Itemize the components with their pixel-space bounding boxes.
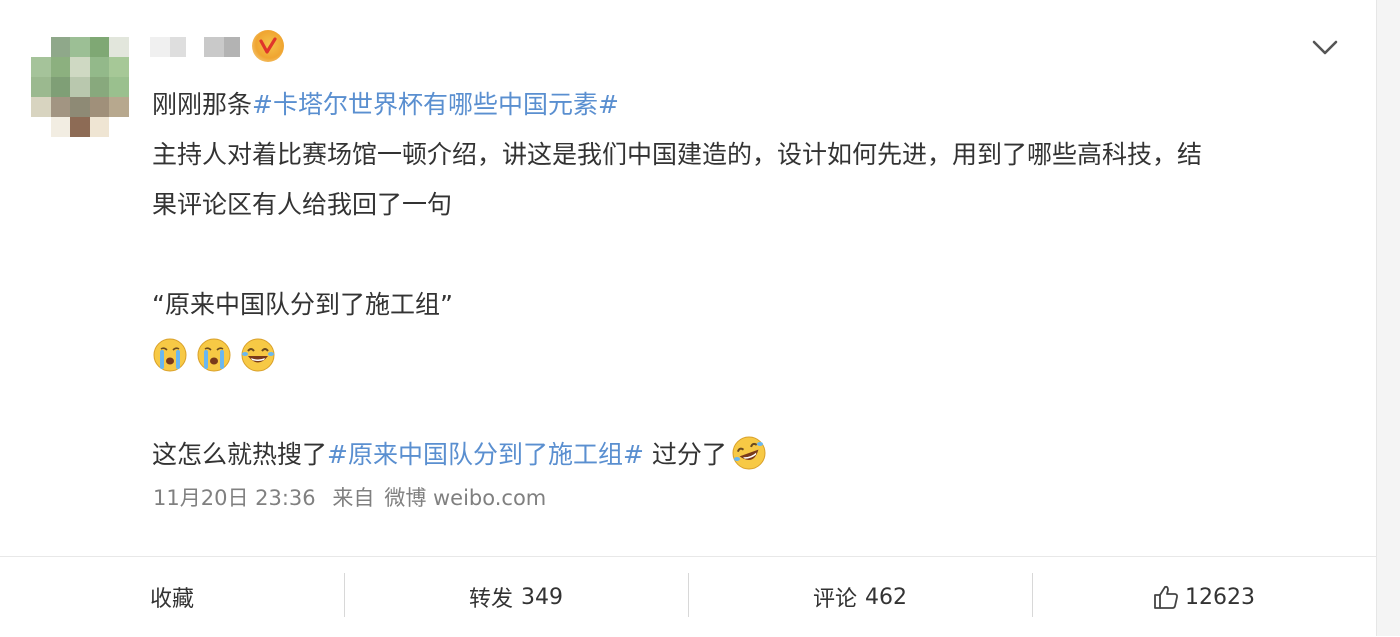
avatar[interactable] [31, 37, 129, 137]
crying-face-icon [197, 338, 231, 372]
chevron-down-icon[interactable] [1308, 34, 1342, 62]
post-text: 刚刚那条#卡塔尔世界杯有哪些中国元素# 主持人对着比赛场馆一顿介绍，讲这是我们中… [152, 80, 1342, 480]
username-redacted[interactable] [150, 37, 258, 57]
weibo-post-card: 刚刚那条#卡塔尔世界杯有哪些中国元素# 主持人对着比赛场馆一顿介绍，讲这是我们中… [0, 0, 1377, 636]
title-prefix: 刚刚那条 [152, 90, 253, 119]
rolling-laughing-face-icon [732, 436, 766, 470]
post-timestamp[interactable]: 11月20日 23:36 [153, 486, 316, 510]
quote-line: “原来中国队分到了施工组” [152, 290, 453, 319]
closing-suffix: 过分了 [643, 440, 727, 469]
closing-prefix: 这怎么就热搜了 [152, 440, 328, 469]
comment-button[interactable]: 评论 462 [688, 557, 1032, 637]
repost-label: 转发 [468, 587, 513, 612]
favorite-button[interactable]: 收藏 [0, 557, 344, 637]
closing-line: 这怎么就热搜了#原来中国队分到了施工组# 过分了 [152, 430, 1342, 480]
comment-label: 评论 [812, 587, 857, 612]
title-line: 刚刚那条#卡塔尔世界杯有哪些中国元素# [152, 80, 1342, 130]
thumbs-up-icon [1154, 585, 1178, 609]
hashtag-link[interactable]: #原来中国队分到了施工组# [327, 440, 644, 469]
from-label: 来自 [332, 486, 375, 510]
source-link[interactable]: 微博 weibo.com [384, 486, 546, 510]
emoji-row [152, 330, 1342, 380]
like-count: 12623 [1185, 584, 1255, 610]
post-meta: 11月20日 23:36 来自 微博 weibo.com [153, 482, 556, 512]
like-button[interactable]: 12623 [1032, 557, 1376, 637]
action-bar: 收藏 转发 349 评论 462 12623 [0, 556, 1376, 637]
comment-count: 462 [865, 584, 907, 610]
repost-count: 349 [521, 584, 563, 610]
body-line: 主持人对着比赛场馆一顿介绍，讲这是我们中国建造的，设计如何先进，用到了哪些高科技… [152, 140, 1203, 169]
scrollbar-gutter[interactable] [1377, 0, 1400, 636]
laughing-tears-face-icon [241, 338, 275, 372]
body-line: 果评论区有人给我回了一句 [152, 190, 453, 219]
vip-badge-icon [252, 30, 284, 62]
crying-face-icon [153, 338, 187, 372]
repost-button[interactable]: 转发 349 [344, 557, 688, 637]
hashtag-link[interactable]: #卡塔尔世界杯有哪些中国元素# [252, 90, 619, 119]
favorite-label: 收藏 [149, 587, 194, 612]
